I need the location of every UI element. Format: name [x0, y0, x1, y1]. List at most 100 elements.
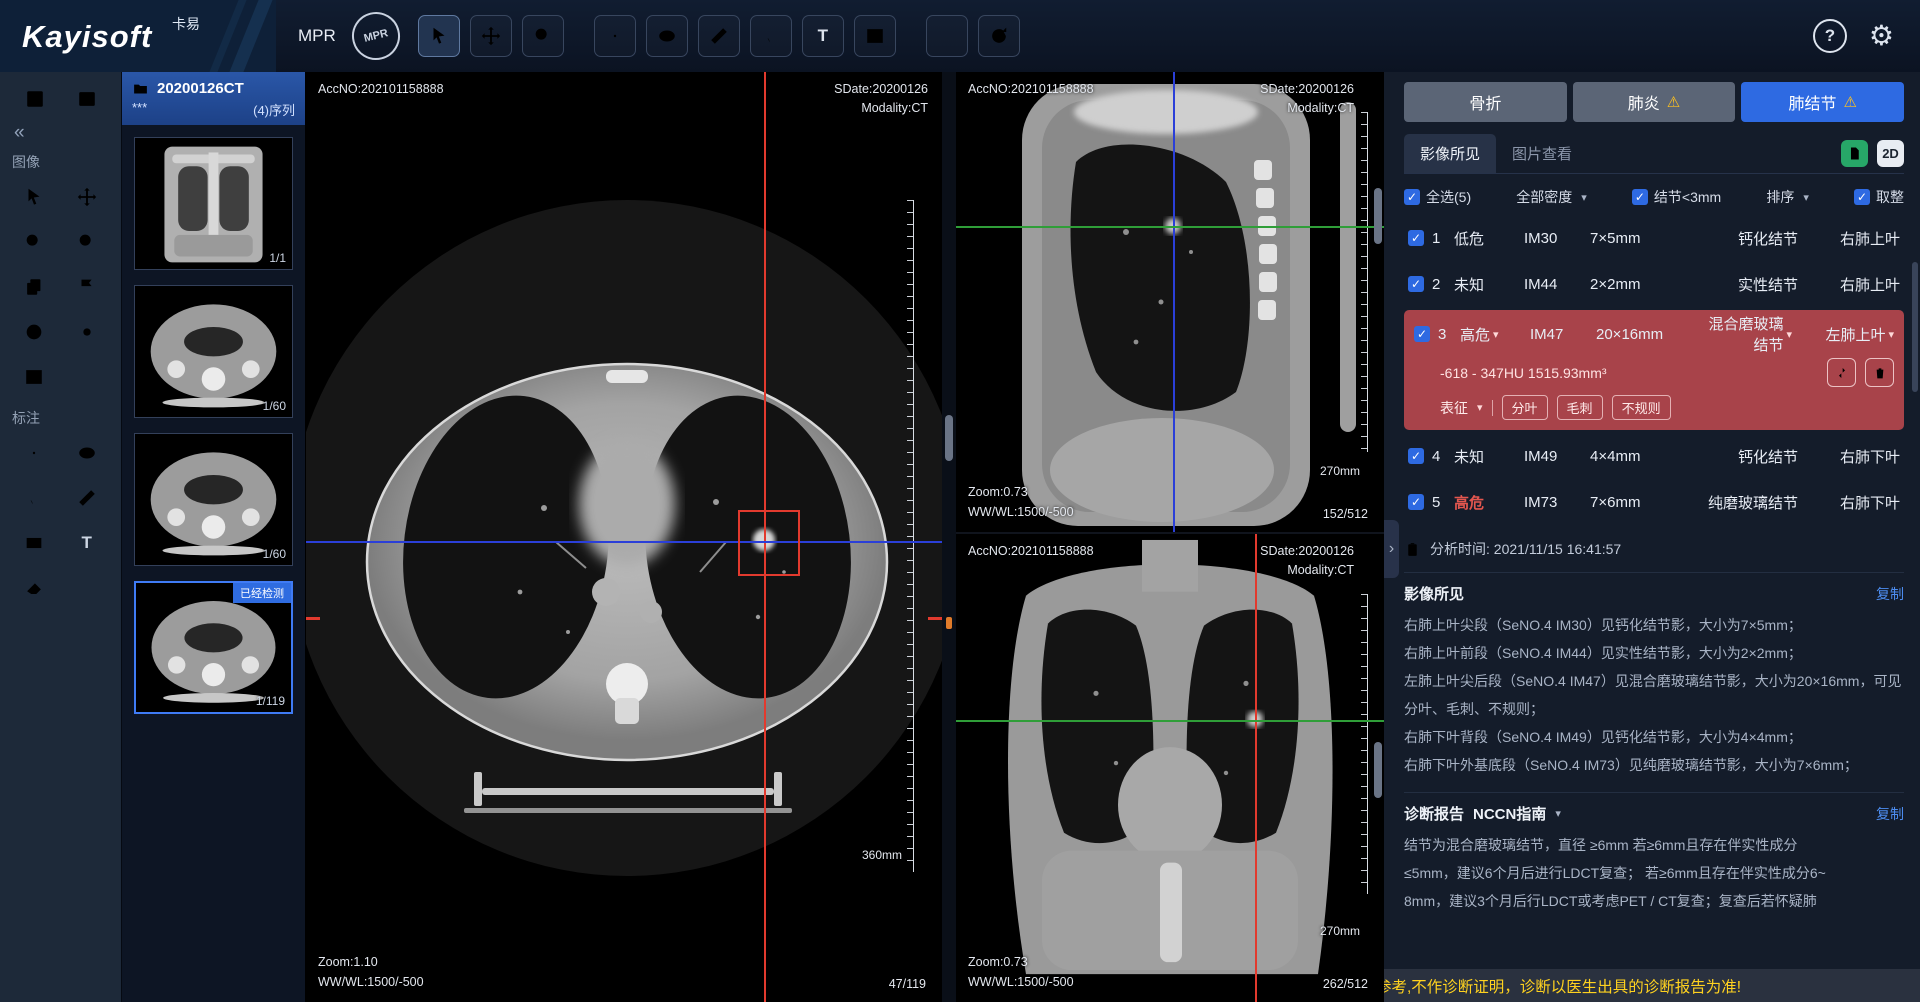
search-icon	[76, 231, 98, 253]
chevron-down-icon: ▾	[1786, 328, 1792, 341]
axial-plane-line[interactable]	[956, 720, 1384, 722]
tab-findings[interactable]: 影像所见	[1404, 134, 1496, 173]
guideline-dropdown[interactable]: NCCN指南 ▾	[1473, 803, 1561, 824]
rail-brightness-button[interactable]	[72, 317, 102, 347]
thumbnail-series-4-selected[interactable]: 已经检测 1/119	[134, 581, 293, 714]
tab-image-view[interactable]: 图片查看	[1496, 134, 1588, 173]
thumbnail-series-3[interactable]: 1/60	[134, 433, 293, 566]
series-header[interactable]: 20200126CT *** (4)序列	[122, 72, 305, 125]
collapse-panel-button[interactable]: ›	[1384, 520, 1399, 578]
axial-plane-line[interactable]	[956, 226, 1384, 228]
close-tool-button[interactable]	[926, 15, 968, 57]
nodule-row-selected[interactable]: ✓ 3 高危 ▾ IM47 20×16mm 混合磨玻璃结节 ▾	[1404, 310, 1904, 430]
tab-fracture[interactable]: 骨折	[1404, 82, 1567, 122]
rail-rectangle-button[interactable]	[19, 528, 49, 558]
rail-text-button[interactable]: T	[72, 528, 102, 558]
tab-lung-nodule[interactable]: 肺结节 ⚠	[1741, 82, 1904, 122]
thumbnail-series-2[interactable]: 1/60	[134, 285, 293, 418]
rail-copy-button[interactable]	[19, 272, 49, 302]
sagittal-scrollbar-handle[interactable]	[1374, 188, 1382, 244]
risk-dropdown[interactable]: 高危 ▾	[1460, 324, 1522, 345]
coronal-plane-line[interactable]	[1173, 72, 1175, 532]
delete-button[interactable]	[1865, 358, 1894, 387]
mpr-stamp-button[interactable]: MPR	[347, 7, 405, 65]
tab-label: 图片查看	[1512, 146, 1572, 163]
copy-findings-button[interactable]: 复制	[1876, 584, 1904, 604]
ruler-icon	[76, 487, 98, 509]
feature-chip[interactable]: 不规则	[1612, 395, 1671, 420]
copy-report-button[interactable]: 复制	[1876, 804, 1904, 824]
nodule-roi-box[interactable]	[738, 510, 800, 576]
zoom-tool-button[interactable]	[522, 15, 564, 57]
mode-2d-button[interactable]: 2D	[1877, 140, 1904, 167]
angle-tool-button[interactable]	[750, 15, 792, 57]
flag-icon	[76, 276, 98, 298]
panel-scrollbar-handle[interactable]	[1912, 262, 1918, 392]
ai-report-button[interactable]	[1841, 140, 1868, 167]
sort-dropdown[interactable]: 排序 ▾	[1766, 187, 1809, 207]
reset-rotate-tool-button[interactable]	[978, 15, 1020, 57]
coronal-scrollbar-handle[interactable]	[1374, 742, 1382, 798]
folder-icon	[132, 80, 149, 97]
settings-button[interactable]: ⚙	[1869, 22, 1894, 50]
rail-disc-button[interactable]	[19, 317, 49, 347]
ruler-icon	[708, 25, 730, 47]
axial-viewport[interactable]: 360mm AccNO:202101158888 SDate:20200126 …	[306, 72, 942, 1002]
layout-panel-button[interactable]	[72, 84, 102, 114]
type-dropdown[interactable]: 混合磨玻璃结节 ▾	[1698, 313, 1792, 355]
nodule-checkbox[interactable]: ✓	[1408, 276, 1424, 292]
nodule-row[interactable]: ✓ 4 未知 IM49 4×4mm 钙化结节 右肺下叶	[1404, 433, 1904, 479]
nodule-checkbox[interactable]: ✓	[1408, 494, 1424, 510]
tab-pneumonia[interactable]: 肺炎 ⚠	[1573, 82, 1736, 122]
disclaimer-marquee: 参考,不作诊断证明，诊断以医生出具的诊断报告为准!	[1384, 969, 1920, 1002]
feature-chip[interactable]: 毛刺	[1557, 395, 1603, 420]
rail-ellipse-button[interactable]	[72, 438, 102, 468]
crosshair-tool-button[interactable]	[594, 15, 636, 57]
chevron-down-icon: ▾	[1888, 328, 1894, 341]
rail-ruler-button[interactable]	[72, 483, 102, 513]
nodule-checkbox[interactable]: ✓	[1408, 448, 1424, 464]
window-level-tool-button[interactable]	[854, 15, 896, 57]
sagittal-plane-line[interactable]	[1255, 534, 1257, 1002]
coronal-viewport[interactable]: 270mm AccNO:202101158888 SDate:20200126 …	[956, 534, 1384, 1002]
coronal-plane-line[interactable]	[306, 541, 942, 543]
round-checkbox[interactable]: ✓ 取整	[1854, 187, 1904, 207]
nodule-checkbox[interactable]: ✓	[1408, 230, 1424, 246]
density-dropdown[interactable]: 全部密度 ▾	[1516, 187, 1587, 207]
help-button[interactable]: ?	[1813, 19, 1847, 53]
rail-pointer-button[interactable]	[19, 182, 49, 212]
rail-magnify-button[interactable]	[72, 227, 102, 257]
sagittal-viewport[interactable]: 270mm AccNO:202101158888 SDate:20200126 …	[956, 72, 1384, 534]
feature-dropdown[interactable]: 表征 ▾	[1440, 398, 1483, 418]
ellipse-tool-button[interactable]	[646, 15, 688, 57]
rail-window-level-button[interactable]	[19, 362, 49, 392]
rail-zoom-button[interactable]	[19, 227, 49, 257]
findings-line: 右肺上叶前段（SeNO.4 IM44）见实性结节影，大小为2×2mm；	[1404, 639, 1904, 667]
ruler-tool-button[interactable]	[698, 15, 740, 57]
compare-button[interactable]	[1827, 358, 1856, 387]
rail-pan-button[interactable]	[72, 182, 102, 212]
location-dropdown[interactable]: 左肺上叶 ▾	[1800, 324, 1894, 345]
zoom-in-icon	[23, 231, 45, 253]
collapse-rail-button[interactable]: «	[0, 122, 121, 148]
rail-angle-button[interactable]	[19, 483, 49, 513]
view-tabs: 影像所见 图片查看 2D	[1404, 134, 1904, 174]
select-all-checkbox[interactable]: ✓ 全选(5)	[1404, 187, 1471, 207]
text-tool-button[interactable]: T	[802, 15, 844, 57]
pointer-tool-button[interactable]	[418, 15, 460, 57]
feature-chip[interactable]: 分叶	[1502, 395, 1548, 420]
annotation-tools-label: 标注	[0, 404, 121, 430]
nodule-risk: 未知	[1454, 274, 1516, 295]
nodule-row[interactable]: ✓ 1 低危 IM30 7×5mm 钙化结节 右肺上叶	[1404, 215, 1904, 261]
rail-crosshair-button[interactable]	[19, 438, 49, 468]
nodule-row[interactable]: ✓ 2 未知 IM44 2×2mm 实性结节 右肺上叶	[1404, 261, 1904, 307]
pan-tool-button[interactable]	[470, 15, 512, 57]
small-nodule-checkbox[interactable]: ✓ 结节<3mm	[1632, 187, 1721, 207]
axial-scrollbar-handle[interactable]	[945, 415, 953, 461]
nodule-row[interactable]: ✓ 5 高危 IM73 7×6mm 纯磨玻璃结节 右肺下叶	[1404, 479, 1904, 525]
thumbnail-scout[interactable]: 1/1	[134, 137, 293, 270]
rail-flag-button[interactable]	[72, 272, 102, 302]
layout-grid-button[interactable]	[20, 84, 50, 114]
rail-eraser-button[interactable]	[19, 573, 49, 603]
nodule-checkbox[interactable]: ✓	[1414, 326, 1430, 342]
